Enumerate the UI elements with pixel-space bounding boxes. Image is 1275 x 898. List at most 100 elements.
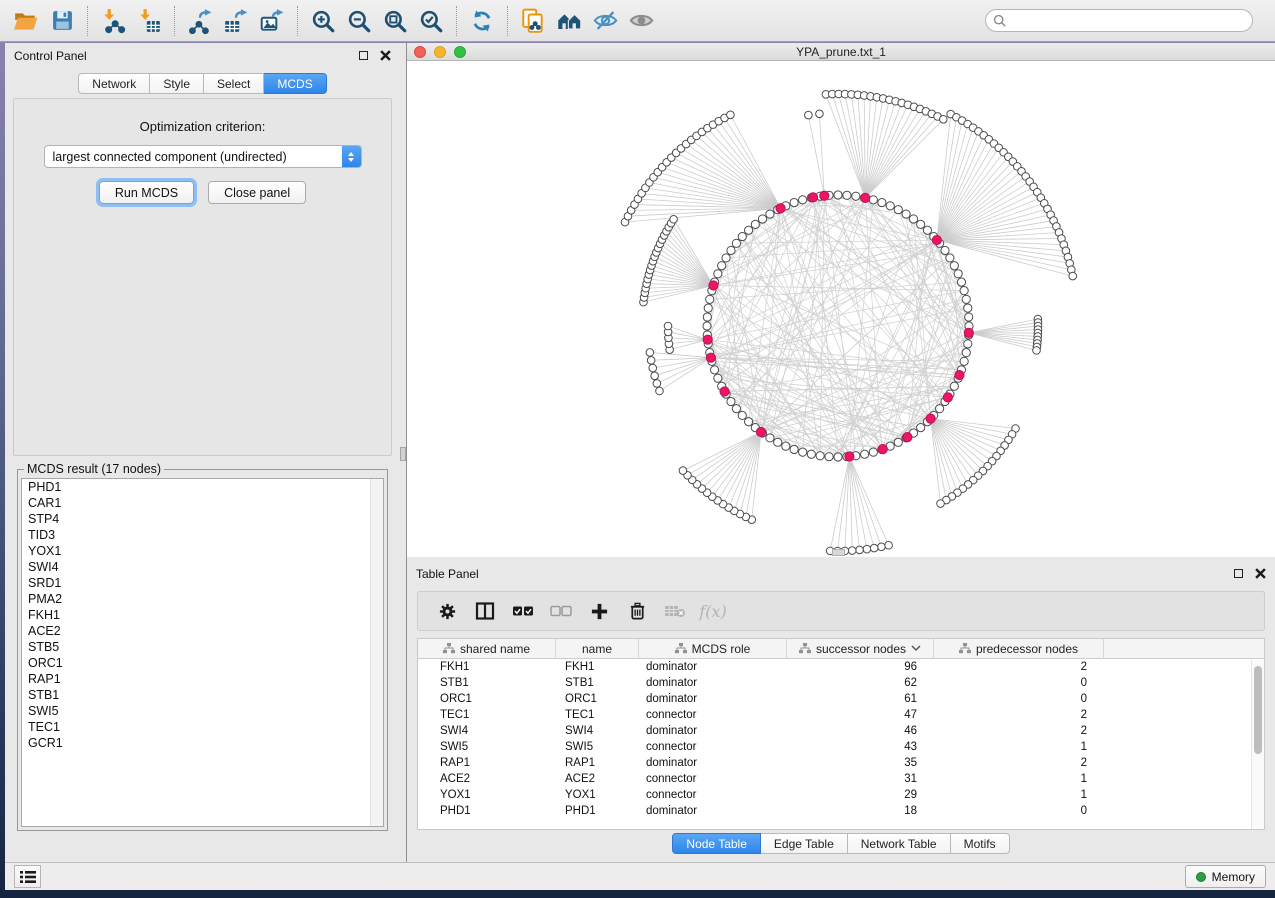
tab-style[interactable]: Style — [150, 73, 204, 94]
table-panel-title: Table Panel — [416, 567, 479, 581]
criterion-dropdown[interactable]: largest connected component (undirected) — [44, 145, 362, 168]
splitter-handle[interactable] — [400, 447, 406, 461]
table-row[interactable]: YOX1YOX1connector291 — [418, 787, 1251, 803]
network-canvas[interactable] — [407, 61, 1275, 557]
mcds-node — [926, 414, 935, 423]
close-panel-icon[interactable] — [1255, 568, 1266, 579]
desktop: Control Panel Network Style Select MCDS … — [0, 0, 1275, 898]
canvas-splitter-handle[interactable] — [832, 549, 845, 556]
checked-boxes-icon — [512, 604, 534, 618]
tab-network-table[interactable]: Network Table — [848, 833, 951, 854]
table-options-button[interactable] — [428, 594, 466, 628]
column-header[interactable]: predecessor nodes — [933, 639, 1103, 659]
save-session-button[interactable] — [44, 3, 80, 39]
column-header[interactable]: successor nodes — [786, 639, 933, 659]
list-item[interactable]: SWI4 — [22, 559, 383, 575]
mcds-node — [932, 235, 941, 244]
criterion-dropdown-value: largest connected component (undirected) — [53, 150, 287, 164]
clone-network-button[interactable] — [515, 3, 551, 39]
tab-mcds[interactable]: MCDS — [264, 73, 326, 94]
table-row[interactable]: SWI5SWI5connector431 — [418, 739, 1251, 755]
column-header[interactable]: shared name — [418, 639, 555, 659]
list-item[interactable]: STB5 — [22, 639, 383, 655]
list-item[interactable]: ORC1 — [22, 655, 383, 671]
table-row[interactable]: FKH1FKH1dominator962 — [418, 659, 1251, 675]
list-item[interactable]: STP4 — [22, 511, 383, 527]
mcds-node — [955, 370, 964, 379]
list-item[interactable]: STB1 — [22, 687, 383, 703]
table-scrollbar[interactable] — [1251, 660, 1264, 829]
zoom-fit-icon — [382, 8, 408, 34]
close-panel-button[interactable]: Close panel — [208, 181, 306, 204]
import-table-button[interactable] — [131, 3, 167, 39]
list-item[interactable]: SWI5 — [22, 703, 383, 719]
list-item[interactable]: FKH1 — [22, 607, 383, 623]
zoom-out-button[interactable] — [341, 3, 377, 39]
list-item[interactable]: SRD1 — [22, 575, 383, 591]
column-selector-button[interactable] — [466, 594, 504, 628]
hide-graphics-details-button[interactable] — [587, 3, 623, 39]
function-builder-button[interactable]: f(x) — [694, 594, 732, 628]
tab-select[interactable]: Select — [204, 73, 264, 94]
export-network-icon — [187, 8, 213, 34]
list-item[interactable]: ACE2 — [22, 623, 383, 639]
mcds-node — [709, 281, 718, 290]
tab-node-table[interactable]: Node Table — [672, 833, 761, 854]
column-header[interactable]: name — [555, 639, 638, 659]
network-overview-button[interactable] — [551, 3, 587, 39]
delete-columns-button[interactable] — [618, 594, 656, 628]
close-panel-icon[interactable] — [380, 50, 391, 61]
network-graph[interactable] — [407, 61, 1275, 557]
table-row[interactable]: ACE2ACE2connector311 — [418, 771, 1251, 787]
column-header[interactable]: MCDS role — [638, 639, 786, 659]
table-row[interactable]: RAP1RAP1dominator352 — [418, 755, 1251, 771]
list-item[interactable]: TID3 — [22, 527, 383, 543]
float-panel-icon[interactable] — [359, 51, 368, 60]
table-row[interactable]: STB1STB1dominator620 — [418, 675, 1251, 691]
zoom-selected-button[interactable] — [413, 3, 449, 39]
delete-table-icon — [664, 603, 686, 619]
run-mcds-button[interactable]: Run MCDS — [99, 181, 194, 204]
list-item[interactable]: YOX1 — [22, 543, 383, 559]
table-row[interactable]: PHD1PHD1dominator180 — [418, 803, 1251, 819]
unchecked-boxes-icon — [550, 604, 572, 618]
export-table-button[interactable] — [218, 3, 254, 39]
list-item[interactable]: PMA2 — [22, 591, 383, 607]
zoom-fit-button[interactable] — [377, 3, 413, 39]
select-all-columns-button[interactable] — [504, 594, 542, 628]
show-graphics-details-button[interactable] — [623, 3, 659, 39]
tab-edge-table[interactable]: Edge Table — [761, 833, 848, 854]
open-session-button[interactable] — [8, 3, 44, 39]
export-image-button[interactable] — [254, 3, 290, 39]
table-row[interactable]: TEC1TEC1connector472 — [418, 707, 1251, 723]
table-row[interactable]: ORC1ORC1dominator610 — [418, 691, 1251, 707]
status-bar: Memory — [5, 862, 1275, 890]
float-panel-icon[interactable] — [1234, 569, 1243, 578]
memory-button[interactable]: Memory — [1185, 865, 1266, 888]
mcds-result-list[interactable]: PHD1CAR1STP4TID3YOX1SWI4SRD1PMA2FKH1ACE2… — [21, 478, 384, 827]
export-network-button[interactable] — [182, 3, 218, 39]
tab-network[interactable]: Network — [78, 73, 150, 94]
list-item[interactable]: CAR1 — [22, 495, 383, 511]
table-tabs: Node Table Edge Table Network Table Moti… — [407, 833, 1275, 854]
list-item[interactable]: RAP1 — [22, 671, 383, 687]
mcds-node — [703, 335, 712, 344]
table-row[interactable]: SWI4SWI4dominator462 — [418, 723, 1251, 739]
result-list-scrollbar[interactable] — [370, 479, 383, 826]
task-history-button[interactable] — [14, 865, 41, 888]
create-column-button[interactable] — [580, 594, 618, 628]
vertical-splitter[interactable] — [400, 43, 407, 862]
workspace: Control Panel Network Style Select MCDS … — [5, 43, 1275, 862]
search-input[interactable] — [985, 9, 1253, 32]
list-item[interactable]: TEC1 — [22, 719, 383, 735]
tab-motifs[interactable]: Motifs — [951, 833, 1010, 854]
unselect-all-columns-button[interactable] — [542, 594, 580, 628]
list-item[interactable]: GCR1 — [22, 735, 383, 751]
list-item[interactable]: PHD1 — [22, 479, 383, 495]
delete-table-button[interactable] — [656, 594, 694, 628]
mcds-node — [943, 393, 952, 402]
import-network-button[interactable] — [95, 3, 131, 39]
refresh-view-button[interactable] — [464, 3, 500, 39]
table-scrollbar-thumb[interactable] — [1254, 666, 1262, 754]
zoom-in-button[interactable] — [305, 3, 341, 39]
